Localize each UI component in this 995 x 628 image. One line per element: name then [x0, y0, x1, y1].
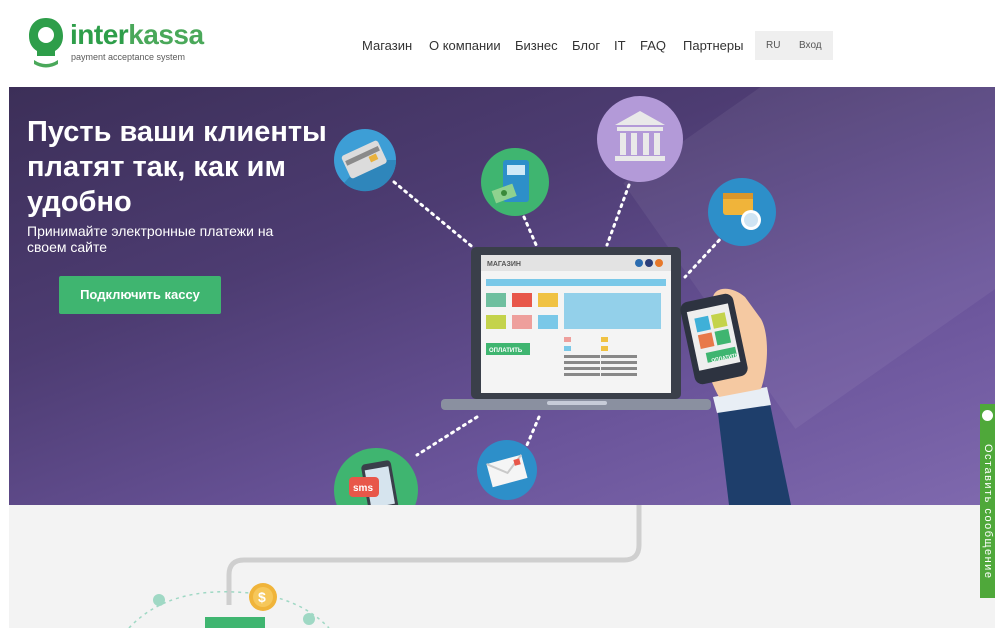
lower-illustration: $ [128, 505, 642, 628]
laptop-illustration [441, 247, 711, 410]
lang-login-box: RU Вход [755, 31, 833, 60]
feedback-tab-label: Оставить сообщение [982, 444, 994, 580]
feedback-tab[interactable]: Оставить сообщение [980, 404, 995, 598]
sms-phone-icon [334, 448, 418, 505]
nav-item-shop[interactable]: Магазин [362, 37, 412, 55]
connect-checkout-button[interactable]: Подключить кассу [59, 276, 221, 314]
bank-icon [597, 96, 683, 182]
nav-item-it[interactable]: IT [614, 37, 626, 55]
laptop-header-text: МАГАЗИН [487, 261, 521, 268]
brand-name-part2: kassa [128, 19, 204, 50]
logo-person-icon [29, 18, 63, 68]
laptop-pay-button: ОПЛАТИТЬ [489, 348, 523, 354]
lower-section: $ [9, 505, 995, 628]
hero-subtitle: Принимайте электронные платежи на своем … [27, 223, 274, 255]
nav-item-blog[interactable]: Блог [572, 37, 600, 55]
feedback-chat-icon [982, 410, 993, 421]
nav-item-about[interactable]: О компании [429, 37, 501, 55]
brand-tagline: payment acceptance system [71, 52, 186, 62]
sms-label: sms [353, 483, 373, 494]
site-header: interkassa payment acceptance system Маг… [0, 0, 995, 88]
login-link[interactable]: Вход [799, 39, 822, 52]
mail-icon [477, 440, 537, 500]
hero-banner: МАГАЗИН ОПЛАТИТЬ ОПЛАТИТЬ sms Пусть ваши… [9, 87, 995, 505]
page: interkassa payment acceptance system Маг… [0, 0, 995, 628]
svg-text:$: $ [258, 589, 266, 605]
brand-logo[interactable]: interkassa payment acceptance system [26, 16, 204, 72]
atm-icon [481, 148, 549, 216]
dollar-coin-icon: $ [249, 583, 277, 611]
hero-title: Пусть ваши клиенты платят так, как им уд… [27, 116, 327, 218]
nav-item-partners[interactable]: Партнеры [683, 37, 743, 55]
banknote-illustration [205, 617, 265, 628]
wallet-icon [708, 178, 776, 246]
nav-item-faq[interactable]: FAQ [640, 37, 666, 55]
brand-name-part1: inter [70, 19, 129, 50]
nav-item-business[interactable]: Бизнес [515, 37, 558, 55]
brand-name: interkassa [70, 20, 204, 50]
language-switch[interactable]: RU [766, 39, 780, 52]
hand-phone-illustration [680, 288, 791, 505]
